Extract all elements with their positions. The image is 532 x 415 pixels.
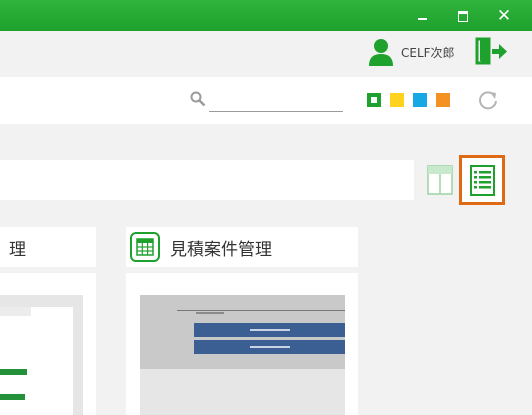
list-view-button[interactable] (459, 155, 505, 205)
list-view-icon (470, 165, 495, 196)
filter-bar (0, 160, 414, 200)
search-icon (190, 91, 206, 107)
color-filter-blue[interactable] (413, 93, 427, 107)
logout-icon[interactable] (475, 36, 509, 66)
maximize-button[interactable] (454, 6, 474, 26)
app-card-preview[interactable] (0, 273, 96, 415)
table-icon (130, 232, 160, 262)
app-card-title: 見積案件管理 (170, 240, 272, 260)
app-card-header[interactable]: 見積案件管理 (126, 227, 358, 267)
minimize-button[interactable] (414, 6, 434, 26)
color-filter-yellow[interactable] (390, 93, 404, 107)
tile-view-icon[interactable] (427, 165, 453, 195)
search-input[interactable] (209, 89, 343, 112)
user-name: CELF次郎 (401, 46, 455, 60)
app-preview-image (0, 295, 83, 415)
app-card-header[interactable]: 理 (0, 227, 96, 267)
close-button[interactable]: ✕ (494, 6, 514, 26)
user-icon (369, 39, 393, 66)
app-card-preview[interactable] (126, 273, 358, 415)
refresh-icon[interactable] (477, 89, 499, 111)
title-bar (0, 0, 532, 31)
app-preview-image (140, 295, 345, 415)
color-filter-green[interactable] (367, 93, 381, 107)
color-filter-orange[interactable] (436, 93, 450, 107)
app-card-title: 理 (9, 240, 26, 260)
